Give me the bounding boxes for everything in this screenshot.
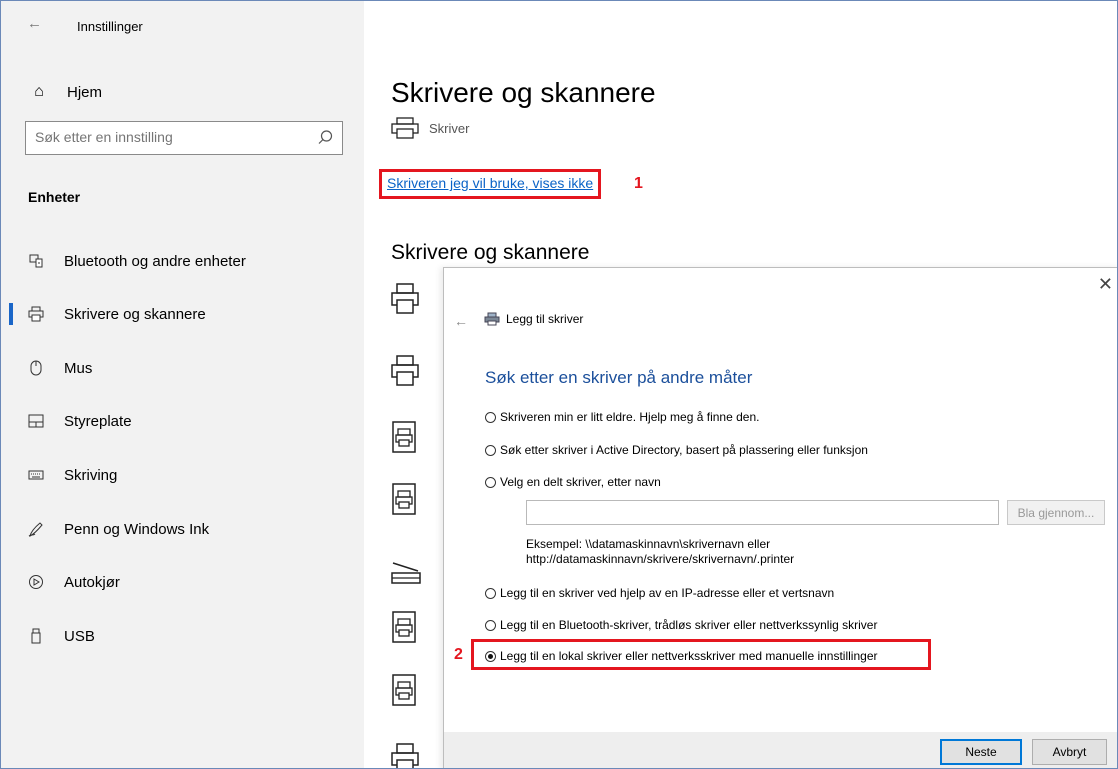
sidebar-item-pen[interactable]: Penn og Windows Ink [1,511,364,547]
sidebar-item-usb[interactable]: USB [1,618,364,654]
option-bluetooth-wireless[interactable]: Legg til en Bluetooth-skriver, trådløs s… [485,618,877,632]
home-nav-item[interactable]: ⌂ Hjem [29,83,102,101]
example-text: Eksempel: \\datamaskinnavn\skrivernavn e… [526,537,794,567]
touchpad-icon [26,414,46,428]
bluetooth-devices-icon [26,254,46,268]
add-printer-dialog: ✕ ← Legg til skriver Søk etter en skrive… [443,267,1117,768]
option-local-printer[interactable]: Legg til en lokal skriver eller nettverk… [485,649,878,663]
home-icon: ⌂ [34,83,44,100]
radio-button[interactable] [485,444,496,456]
example-line: http://datamaskinnavn/skrivere/skriverna… [526,552,795,566]
document-printer-icon[interactable] [391,483,417,515]
option-label: Legg til en skriver ved hjelp av en IP-a… [500,586,835,600]
dialog-header: Legg til skriver [484,312,583,326]
sidebar-item-mouse[interactable]: Mus [1,350,364,386]
scanner-icon[interactable] [391,557,421,585]
sidebar-item-label: Autokjør [64,573,120,591]
printer-icon[interactable] [391,743,419,769]
printer-icon [391,117,419,139]
radio-button[interactable] [485,411,496,423]
sidebar-item-label: Skriving [64,466,118,484]
printer-icon [26,306,46,322]
pen-icon [26,521,46,537]
close-icon[interactable]: ✕ [1098,274,1113,295]
radio-button-selected[interactable] [485,650,496,662]
sidebar-item-typing[interactable]: Skriving [1,457,364,493]
settings-window: ← Innstillinger ⌂ Hjem Enheter Bluetooth… [0,0,1118,769]
browse-button[interactable]: Bla gjennom... [1007,500,1105,525]
section-heading: Skrivere og skannere [391,241,590,264]
home-label: Hjem [67,83,103,101]
search-input[interactable] [35,129,305,145]
option-label: Skriveren min er litt eldre. Hjelp meg å… [500,410,760,424]
next-button[interactable]: Neste [940,739,1022,765]
option-label: Søk etter skriver i Active Directory, ba… [500,443,868,457]
back-arrow-icon[interactable]: ← [27,15,42,32]
settings-search-box[interactable] [25,121,343,155]
callout-number-1: 1 [634,175,643,192]
callout-number-2: 2 [454,646,463,663]
mouse-icon [26,360,46,376]
cancel-button[interactable]: Avbryt [1032,739,1107,765]
sidebar-item-touchpad[interactable]: Styreplate [1,403,364,439]
option-label: Velg en delt skriver, etter navn [500,475,661,489]
keyboard-icon [26,469,46,481]
page-title: Skrivere og skannere [391,77,656,108]
back-arrow-icon[interactable]: ← [454,313,468,329]
option-ip-address[interactable]: Legg til en skriver ved hjelp av en IP-a… [485,586,834,600]
autoplay-icon [26,574,46,590]
search-icon[interactable] [316,129,334,147]
document-printer-icon[interactable] [391,611,417,643]
example-line: Eksempel: \\datamaskinnavn\skrivernavn e… [526,537,771,551]
printer-icon[interactable] [391,355,419,387]
add-printer-label: Skriver [429,120,470,136]
option-active-directory[interactable]: Søk etter skriver i Active Directory, ba… [485,443,868,457]
option-label: Legg til en Bluetooth-skriver, trådløs s… [500,618,878,632]
printer-not-listed-link[interactable]: Skriveren jeg vil bruke, vises ikke [387,175,593,191]
option-older-printer[interactable]: Skriveren min er litt eldre. Hjelp meg å… [485,410,759,424]
callout-box-1: Skriveren jeg vil bruke, vises ikke [379,169,602,199]
dialog-title: Søk etter en skriver på andre måter [485,368,753,387]
shared-printer-name-input[interactable] [526,500,999,525]
usb-icon [26,628,46,644]
printer-icon[interactable] [391,283,419,315]
group-heading: Enheter [28,189,81,205]
sidebar-item-label: USB [64,627,95,645]
sidebar-item-label: Skrivere og skannere [64,305,206,323]
dialog-footer: Neste Avbryt [444,732,1117,768]
radio-button[interactable] [485,619,496,631]
sidebar-item-bluetooth[interactable]: Bluetooth og andre enheter [1,243,364,279]
printer-icon [484,312,500,326]
sidebar-item-label: Styreplate [64,412,132,430]
sidebar-item-label: Bluetooth og andre enheter [64,252,246,270]
window-title: Innstillinger [77,19,143,34]
add-printer-row[interactable]: Skriver [391,117,469,139]
sidebar-item-label: Penn og Windows Ink [64,520,210,538]
document-printer-icon[interactable] [391,674,417,706]
radio-button[interactable] [485,587,496,599]
sidebar: ← Innstillinger ⌂ Hjem Enheter Bluetooth… [1,1,364,768]
sidebar-item-printers[interactable]: Skrivere og skannere [1,296,364,332]
document-printer-icon[interactable] [391,421,417,453]
dialog-header-label: Legg til skriver [506,312,584,326]
sidebar-item-autoplay[interactable]: Autokjør [1,564,364,600]
option-shared-printer[interactable]: Velg en delt skriver, etter navn [485,475,661,489]
radio-button[interactable] [485,476,496,488]
sidebar-item-label: Mus [64,359,93,377]
option-label: Legg til en lokal skriver eller nettverk… [500,649,878,663]
